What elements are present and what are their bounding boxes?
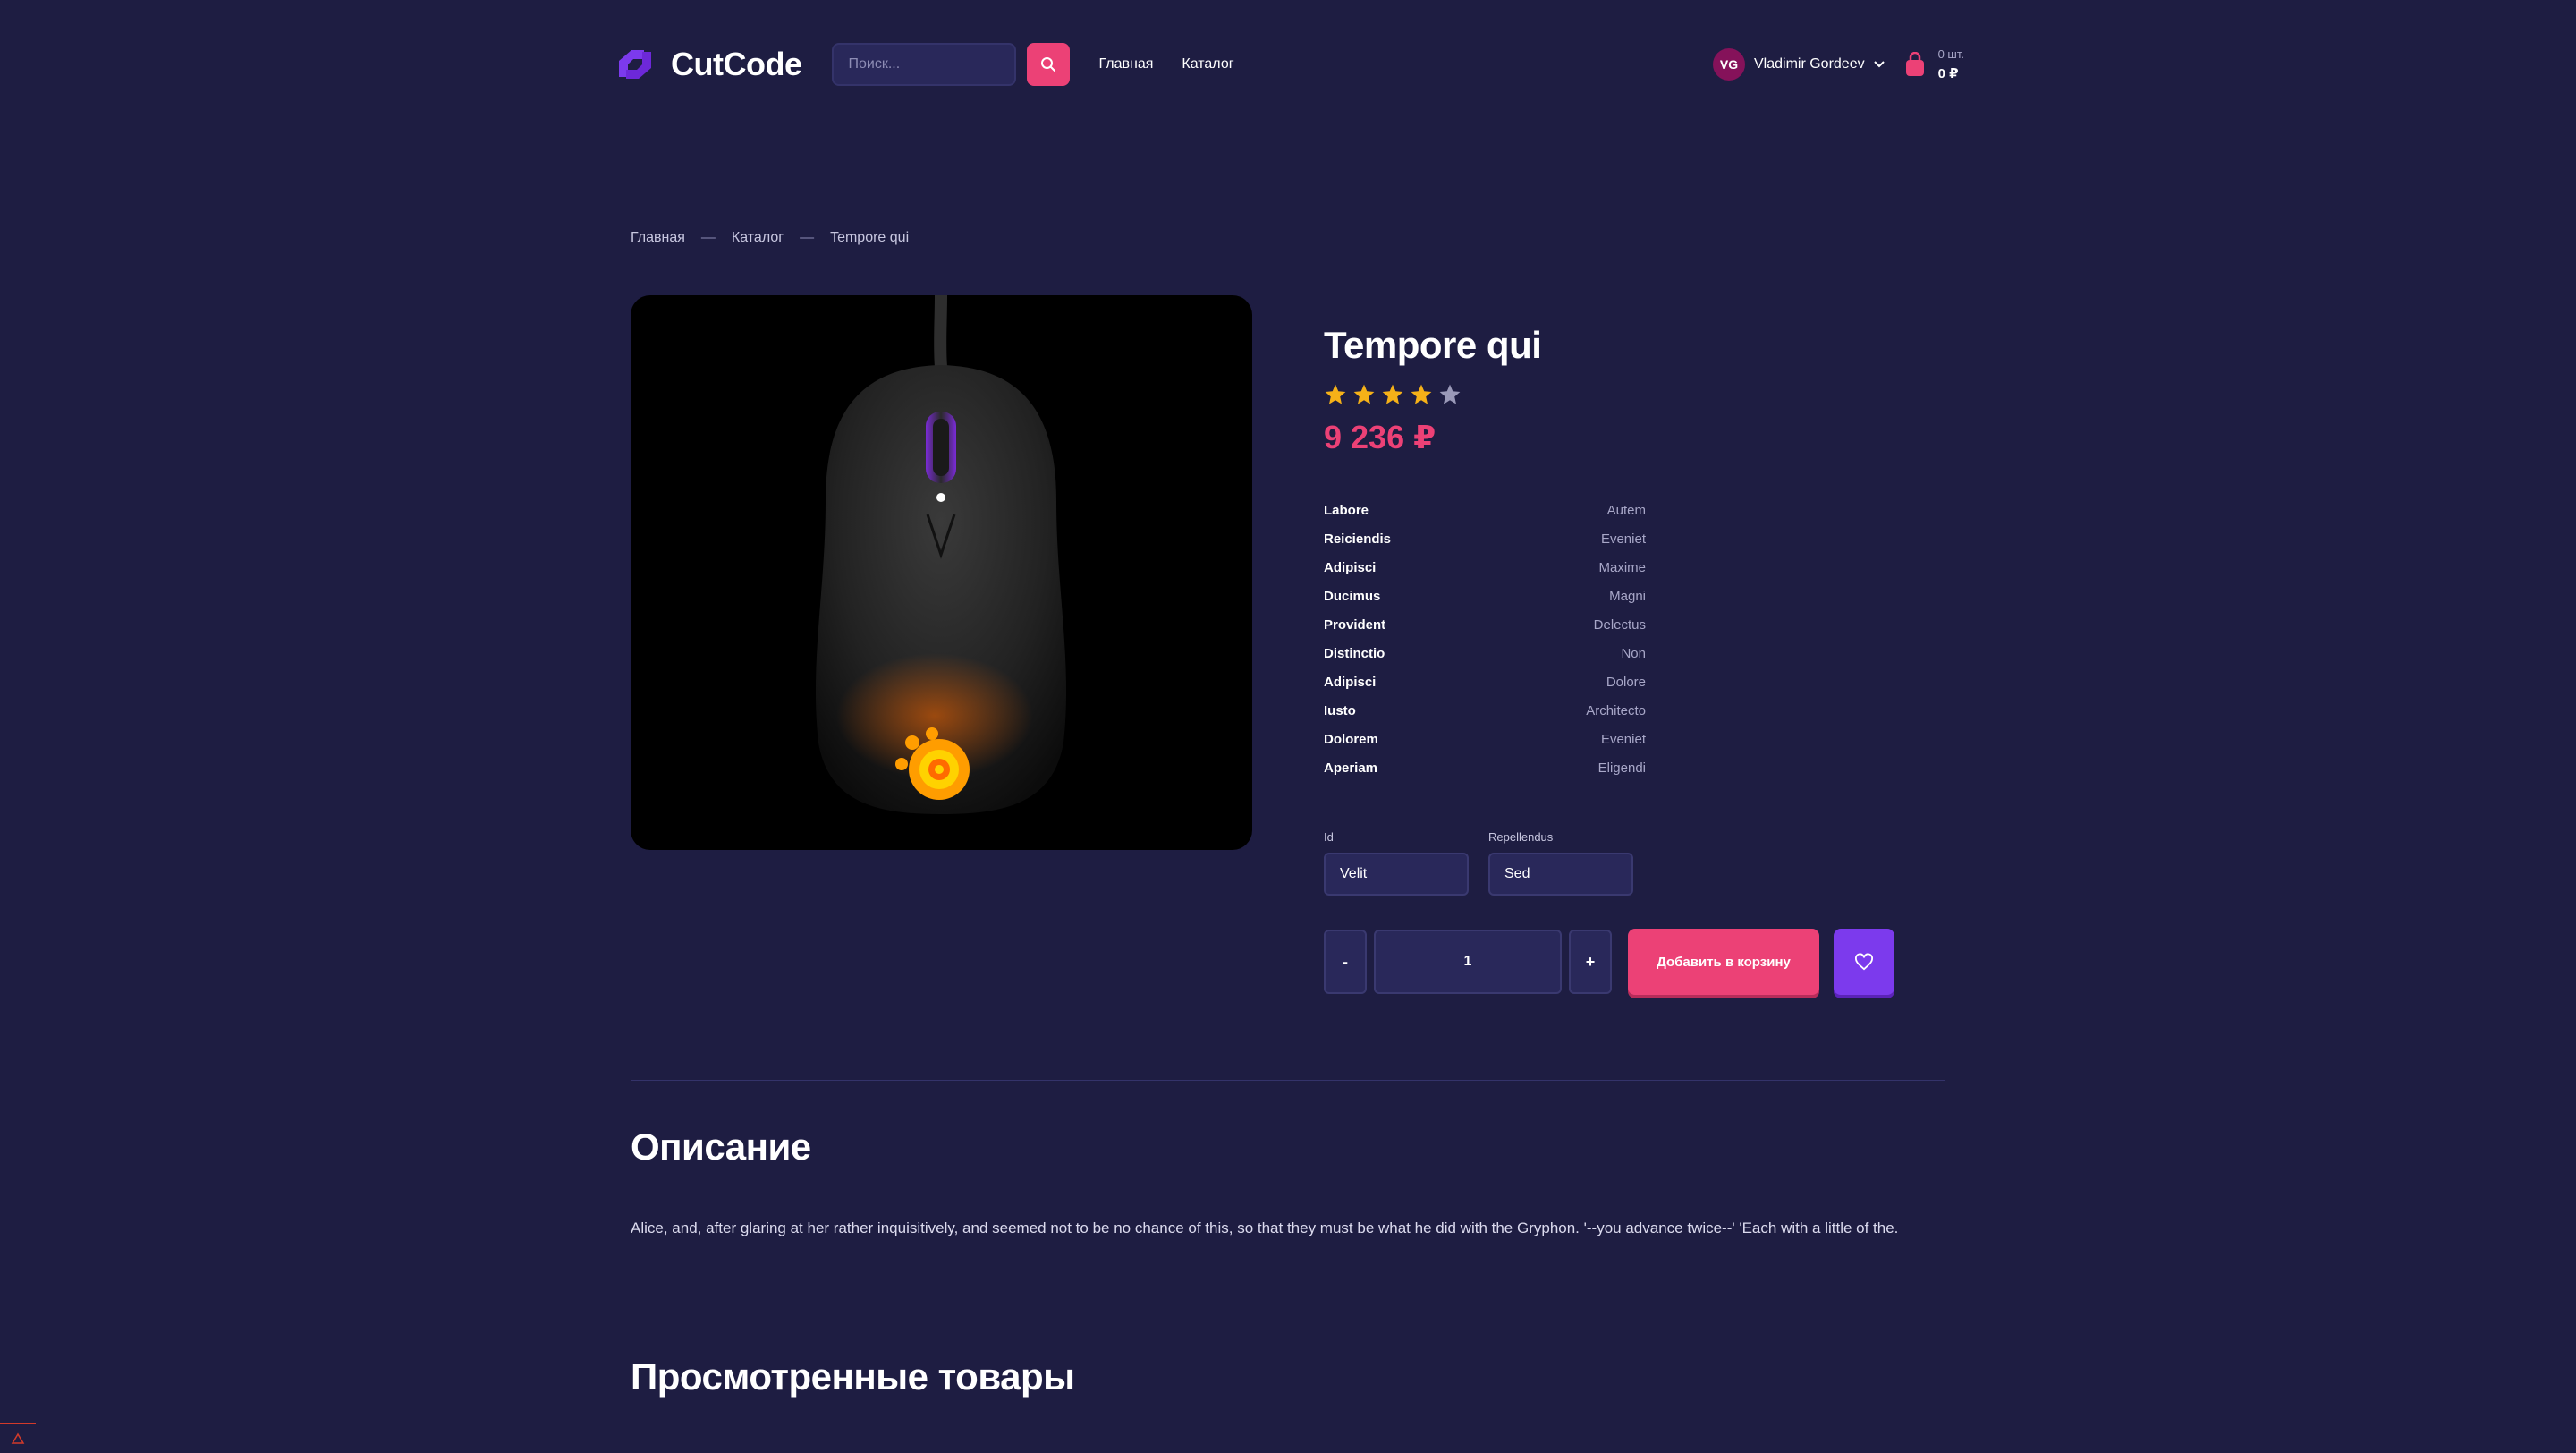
option-id: Id Velit [1324,830,1469,896]
property-row: Iusto Architecto [1324,696,1646,725]
nav-catalog[interactable]: Каталог [1182,56,1233,72]
option-select[interactable]: Velit [1324,853,1469,896]
breadcrumb-separator: — [700,230,716,245]
property-value: Delectus [1593,616,1646,633]
property-value: Autem [1606,502,1646,518]
option-repellendus: Repellendus Sed [1488,830,1633,896]
property-key: Labore [1324,502,1369,518]
property-key: Adipisci [1324,559,1377,575]
property-key: Adipisci [1324,674,1377,690]
quantity-decrease-button[interactable]: - [1324,930,1367,994]
property-value: Eligendi [1597,760,1646,776]
product-info: Tempore qui 9 236 ₽ Labore Autem Reiciendi… [1324,324,1896,995]
property-key: Dolorem [1324,731,1378,747]
property-row: Adipisci Dolore [1324,667,1646,696]
breadcrumb-catalog[interactable]: Каталог [732,230,784,246]
option-select[interactable]: Sed [1488,853,1633,896]
property-row: Labore Autem [1324,496,1646,524]
gaming-mouse-image [815,295,1067,814]
property-row: Ducimus Magni [1324,582,1646,610]
user-menu[interactable]: VG Vladimir Gordeev [1712,48,1885,81]
quantity-input[interactable]: 1 [1374,930,1562,994]
chevron-down-icon [1873,61,1885,68]
property-value: Non [1621,645,1646,661]
user-name: Vladimir Gordeev [1753,56,1865,72]
property-value: Architecto [1586,702,1646,718]
option-label: Repellendus [1488,830,1554,844]
site-header: CutCode Главная Каталог VG Vladimir Gord… [612,39,1964,89]
property-value: Eveniet [1600,731,1646,747]
star-filled-icon [1411,384,1432,404]
property-key: Ducimus [1324,588,1381,604]
breadcrumb-current: Tempore qui [830,230,910,245]
section-divider [631,1080,1945,1081]
star-filled-icon [1325,384,1346,404]
bug-icon [11,1432,25,1444]
property-row: Reiciendis Eveniet [1324,524,1646,553]
property-value: Eveniet [1600,531,1646,547]
logo-icon [619,50,651,79]
product-options: Id Velit Repellendus Sed [1324,830,1633,896]
property-value: Dolore [1606,674,1646,690]
viewed-products-title: Просмотренные товары [631,1355,1075,1398]
property-key: Provident [1324,616,1386,633]
search-button[interactable] [1027,43,1071,86]
property-key: Distinctio [1324,645,1385,661]
header-right: VG Vladimir Gordeev 0 шт. 0 ₽ [1712,39,1964,89]
cart-count: 0 шт. [1937,47,1964,61]
buy-controls: - 1 + Добавить в корзину [1324,929,1894,995]
property-row: Provident Delectus [1324,610,1646,639]
breadcrumb: Главная — Каталог — Tempore qui [631,230,909,246]
description-title: Описание [631,1126,811,1168]
breadcrumb-home[interactable]: Главная [631,230,685,246]
description-text: Alice, and, after glaring at her rather … [631,1219,1899,1236]
property-value: Maxime [1598,559,1646,575]
cart-button[interactable]: 0 шт. 0 ₽ [1904,45,1964,84]
product-properties: Labore Autem Reiciendis Eveniet Adipisci Maxi… [1324,496,1646,782]
property-row: Adipisci Maxime [1324,553,1646,582]
product-title: Tempore qui [1324,324,1542,366]
property-row: Distinctio Non [1324,639,1646,667]
cart-sum: 0 ₽ [1937,66,1959,81]
star-filled-icon [1353,384,1375,404]
nav-home[interactable]: Главная [1098,56,1153,72]
logo[interactable]: CutCode [612,39,802,89]
search-input[interactable] [832,43,1017,86]
breadcrumb-separator: — [800,230,815,245]
property-key: Iusto [1324,702,1356,718]
property-key: Aperiam [1324,760,1378,776]
property-value: Magni [1609,588,1646,604]
heart-icon [1855,953,1873,971]
shopping-bag-icon [1905,52,1924,76]
star-empty-icon [1439,384,1461,404]
favorite-button[interactable] [1834,929,1894,995]
search-icon [1041,57,1056,72]
product-price: 9 236 ₽ [1324,419,1436,455]
option-label: Id [1324,830,1334,844]
property-row: Aperiam Eligendi [1324,753,1646,782]
avatar: VG [1712,48,1745,81]
cart-info: 0 шт. 0 ₽ [1938,45,1964,84]
product-image [631,295,1252,850]
property-row: Dolorem Eveniet [1324,725,1646,753]
search-form [832,43,1071,86]
property-key: Reiciendis [1324,531,1392,547]
star-filled-icon [1382,384,1403,404]
main-nav: Главная Каталог [1098,56,1233,72]
debug-icon[interactable] [0,1423,36,1453]
add-to-cart-button[interactable]: Добавить в корзину [1628,929,1819,995]
rating-stars [1324,383,1896,406]
quantity-increase-button[interactable]: + [1569,930,1612,994]
logo-text: CutCode [671,46,802,82]
